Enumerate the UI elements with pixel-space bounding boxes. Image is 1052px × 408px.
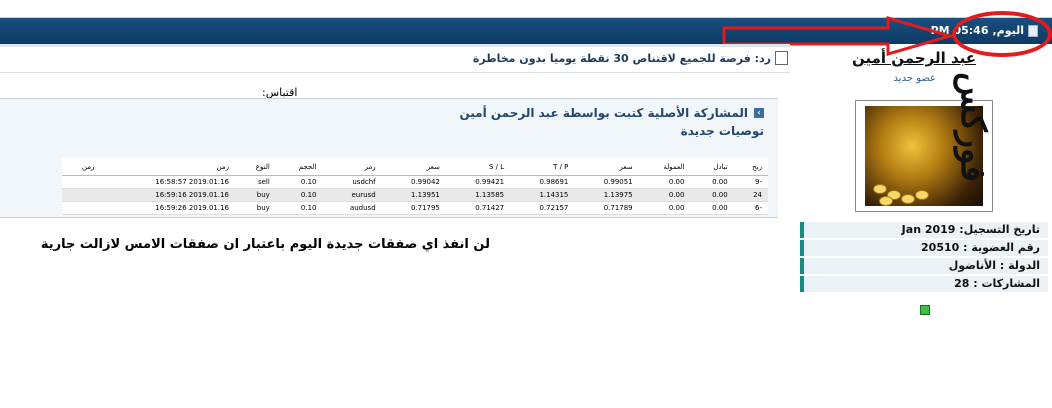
cell: 1.13975 [574, 188, 639, 202]
coin-icon [873, 184, 887, 194]
title-divider [0, 72, 790, 73]
col-swap: تبادل [690, 158, 734, 176]
cell [62, 175, 101, 189]
header-separator [0, 44, 790, 47]
cell: 2019.01.16 16:59:16 [100, 188, 236, 202]
cell: -6 [733, 201, 768, 215]
member-number: رقم العضوية : 20510 [800, 240, 1048, 256]
country: الدولة : الأناضول [800, 258, 1048, 274]
cell: 0.00 [690, 175, 734, 189]
cell: 0.71789 [574, 201, 639, 215]
quote-original-text: المشاركة الأصلية كتبت بواسطة عبد الرحمن … [459, 106, 748, 120]
cell: 0.00 [690, 188, 734, 202]
join-date: تاريخ التسجيل: Jan 2019 [800, 222, 1048, 238]
cell: eurusd [322, 188, 382, 202]
cell: 0.99421 [445, 175, 511, 189]
col-time-2: زمن [62, 158, 101, 176]
cell: buy [235, 201, 276, 215]
col-volume: الحجم [275, 158, 323, 176]
cell: 1.13951 [381, 188, 446, 202]
col-time: زمن [100, 158, 236, 176]
post-count: المشاركات : 28 [800, 276, 1048, 292]
cell: 1.14315 [510, 188, 575, 202]
cell: audusd [322, 201, 382, 215]
cell: usdchf [322, 175, 382, 189]
cell: 0.00 [638, 201, 691, 215]
post-title-icon [775, 51, 788, 65]
table-row: 24 0.00 0.00 1.13975 1.14315 1.13585 1.1… [62, 188, 768, 202]
col-tp: T / P [510, 158, 575, 176]
cell: -9 [733, 175, 768, 189]
cell: 0.72157 [510, 201, 575, 215]
cell: 0.99042 [381, 175, 446, 189]
coin-icon [915, 190, 929, 200]
cell: 2019.01.16 16:59:26 [100, 201, 236, 215]
username-link[interactable]: عبد الرحمن أمين [852, 49, 976, 67]
cell: 0.00 [690, 201, 734, 215]
cell: 0.10 [275, 188, 323, 202]
cell: 2019.01.16 16:58:57 [100, 175, 236, 189]
avatar-logo-text: فوركس [952, 72, 993, 182]
user-rank: عضو جديد [893, 73, 936, 84]
cell: buy [235, 188, 276, 202]
col-profit: ربح [733, 158, 768, 176]
cell: 0.00 [638, 175, 691, 189]
cell: 0.10 [275, 201, 323, 215]
table-row: -9 0.00 0.00 0.99051 0.98691 0.99421 0.9… [62, 175, 768, 189]
cell [62, 201, 101, 215]
post-title: رد: فرصة للجميع لاقتناص 30 نقطة يوميا بد… [473, 51, 788, 65]
col-type: النوع [235, 158, 276, 176]
post-body-text: لن انفذ اي صفقات جديدة اليوم باعتبار ان … [40, 237, 490, 252]
cell: 0.98691 [510, 175, 575, 189]
post-title-text: رد: فرصة للجميع لاقتناص 30 نقطة يوميا بد… [472, 51, 771, 65]
view-post-icon[interactable]: › [754, 108, 764, 118]
quote-original-by: › المشاركة الأصلية كتبت بواسطة عبد الرحم… [459, 106, 764, 120]
col-sl: S / L [445, 158, 511, 176]
table-row: -6 0.00 0.00 0.71789 0.72157 0.71427 0.7… [62, 201, 768, 215]
col-symbol: رمز [322, 158, 382, 176]
cell: 0.71795 [381, 201, 446, 215]
coin-icon [879, 196, 893, 206]
col-commission: العمولة [638, 158, 691, 176]
coin-icon [901, 194, 915, 204]
user-info-list: تاريخ التسجيل: Jan 2019 رقم العضوية : 20… [800, 222, 1048, 294]
online-status-icon [920, 305, 930, 315]
cell: 0.10 [275, 175, 323, 189]
cell: 0.00 [638, 188, 691, 202]
cell [62, 188, 101, 202]
col-price: سعر [574, 158, 639, 176]
col-open-price: سعر [381, 158, 446, 176]
cell: 0.71427 [445, 201, 511, 215]
cell: sell [235, 175, 276, 189]
table-header-row: ربح تبادل العمولة سعر T / P S / L سعر رم… [62, 158, 768, 176]
cell: 1.13585 [445, 188, 511, 202]
avatar[interactable]: فوركس [855, 72, 993, 212]
quote-title: توصيات جديدة [680, 124, 764, 138]
trades-table: ربح تبادل العمولة سعر T / P S / L سعر رم… [62, 158, 768, 215]
cell: 24 [733, 188, 768, 202]
cell: 0.99051 [574, 175, 639, 189]
